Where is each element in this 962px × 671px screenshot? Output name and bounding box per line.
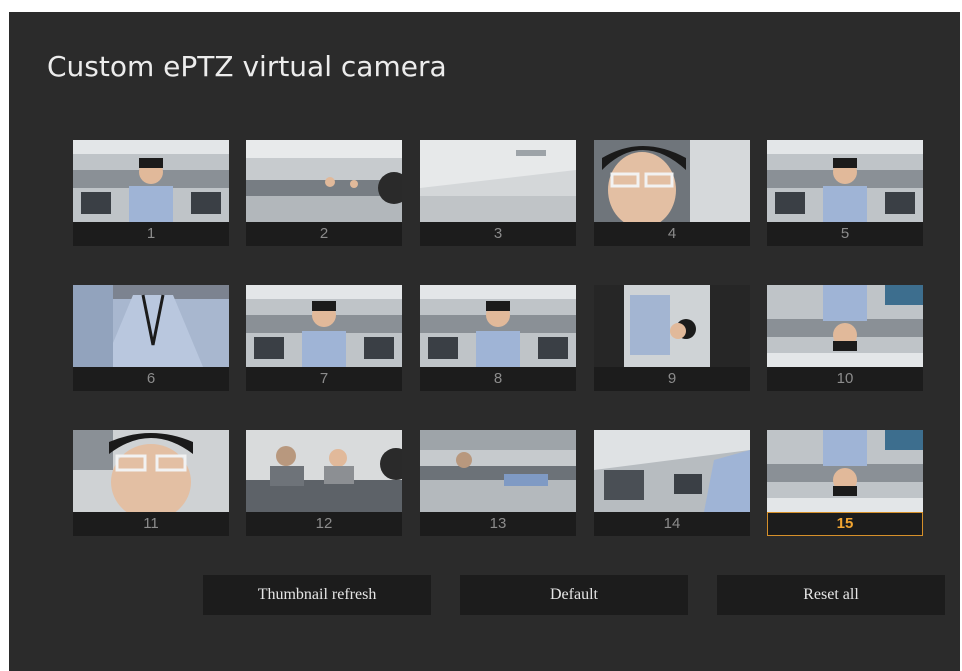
preset-tile-5[interactable]: 5	[767, 140, 923, 246]
preset-thumbnail	[420, 430, 576, 512]
preset-tile-3[interactable]: 3	[420, 140, 576, 246]
preset-tile-7[interactable]: 7	[246, 285, 402, 391]
preset-tile-12[interactable]: 12	[246, 430, 402, 536]
preset-tile-9[interactable]: 9	[594, 285, 750, 391]
preset-number: 12	[246, 512, 402, 536]
preset-thumbnail	[767, 285, 923, 367]
preset-number: 13	[420, 512, 576, 536]
preset-thumbnail	[246, 285, 402, 367]
preset-thumbnail	[246, 430, 402, 512]
preset-thumbnail	[767, 140, 923, 222]
preset-thumbnail	[594, 140, 750, 222]
preset-number: 3	[420, 222, 576, 246]
preset-thumbnail	[246, 140, 402, 222]
preset-number: 7	[246, 367, 402, 391]
preset-thumbnail	[420, 140, 576, 222]
preset-tile-14[interactable]: 14	[594, 430, 750, 536]
preset-tile-2[interactable]: 2	[246, 140, 402, 246]
preset-tile-1[interactable]: 1	[73, 140, 229, 246]
preset-number: 4	[594, 222, 750, 246]
preset-tile-6[interactable]: 6	[73, 285, 229, 391]
preset-thumbnail	[594, 430, 750, 512]
preset-number: 10	[767, 367, 923, 391]
reset-all-button[interactable]: Reset all	[717, 575, 945, 615]
preset-number: 2	[246, 222, 402, 246]
preset-number: 8	[420, 367, 576, 391]
dialog-title: Custom ePTZ virtual camera	[47, 50, 447, 83]
preset-thumbnail	[767, 430, 923, 512]
preset-number: 5	[767, 222, 923, 246]
preset-tile-8[interactable]: 8	[420, 285, 576, 391]
preset-number: 15	[767, 512, 923, 536]
preset-number: 6	[73, 367, 229, 391]
preset-tile-4[interactable]: 4	[594, 140, 750, 246]
preset-thumbnail	[73, 285, 229, 367]
preset-thumbnail	[73, 140, 229, 222]
preset-thumbnail	[594, 285, 750, 367]
preset-thumbnail	[420, 285, 576, 367]
preset-tile-13[interactable]: 13	[420, 430, 576, 536]
preset-number: 11	[73, 512, 229, 536]
preset-number: 9	[594, 367, 750, 391]
preset-thumbnail	[73, 430, 229, 512]
preset-number: 14	[594, 512, 750, 536]
preset-tile-11[interactable]: 11	[73, 430, 229, 536]
preset-tile-10[interactable]: 10	[767, 285, 923, 391]
default-button[interactable]: Default	[460, 575, 688, 615]
preset-number: 1	[73, 222, 229, 246]
thumbnail-refresh-button[interactable]: Thumbnail refresh	[203, 575, 431, 615]
preset-tile-15-selected[interactable]: 15	[767, 430, 923, 536]
